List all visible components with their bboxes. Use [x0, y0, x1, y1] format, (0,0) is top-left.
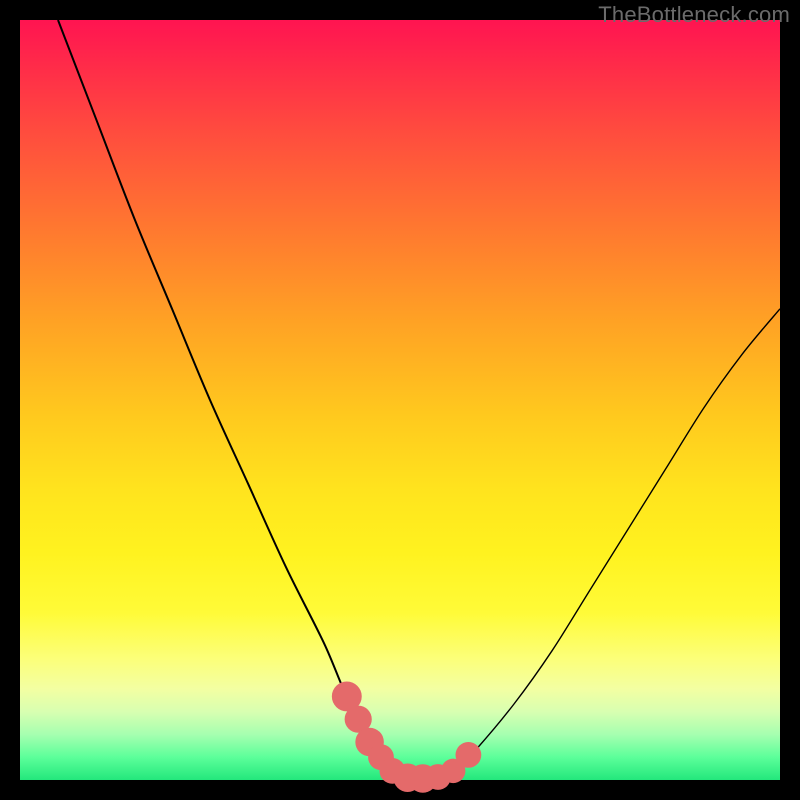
- chart-svg: [20, 20, 780, 780]
- watermark-text: TheBottleneck.com: [598, 2, 790, 28]
- marker-group: [332, 681, 481, 792]
- right-curve: [438, 309, 780, 780]
- chart-area: [20, 20, 780, 780]
- marker-dot: [456, 742, 482, 768]
- left-curve: [58, 20, 415, 780]
- outer-frame: TheBottleneck.com: [0, 0, 800, 800]
